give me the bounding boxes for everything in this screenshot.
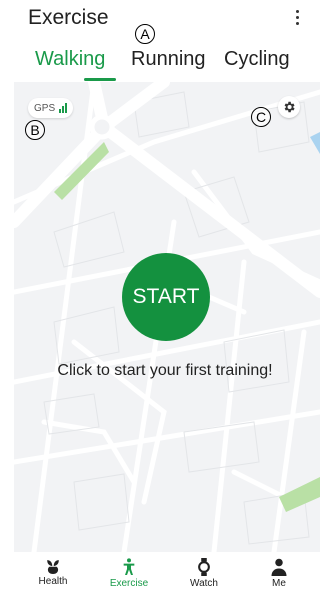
nav-label-health: Health: [38, 576, 68, 587]
nav-label-me: Me: [272, 578, 286, 589]
nav-item-health[interactable]: Health: [21, 558, 85, 587]
tab-running[interactable]: Running: [131, 48, 206, 71]
nav-label-watch: Watch: [190, 578, 218, 589]
header: Exercise Walking Running Cycling: [0, 0, 320, 82]
health-sprout-icon: [47, 560, 59, 574]
tab-walking[interactable]: Walking: [35, 48, 105, 71]
page-title: Exercise: [28, 6, 109, 29]
map-settings-button[interactable]: [278, 96, 300, 118]
annotation-marker-c: C: [251, 107, 271, 127]
person-icon: [271, 558, 287, 576]
watch-icon: [198, 558, 210, 576]
nav-item-exercise[interactable]: Exercise: [97, 558, 161, 589]
start-hint-text: Click to start your first training!: [57, 362, 273, 379]
annotation-marker-a: A: [135, 24, 155, 44]
start-button[interactable]: START: [122, 253, 210, 341]
bottom-navigation: Health Exercise Watch Me: [0, 552, 320, 590]
gear-icon: [284, 101, 295, 113]
tab-bar: Walking Running Cycling: [0, 48, 320, 80]
nav-label-exercise: Exercise: [109, 578, 149, 589]
more-vertical-icon[interactable]: [292, 8, 302, 28]
gps-label: GPS: [34, 102, 56, 114]
nav-item-me[interactable]: Me: [247, 558, 311, 589]
nav-item-watch[interactable]: Watch: [172, 558, 236, 589]
tab-cycling[interactable]: Cycling: [224, 48, 290, 71]
annotation-marker-b: B: [25, 120, 45, 140]
signal-bars-icon: [59, 103, 68, 113]
active-tab-indicator: [84, 78, 116, 81]
gps-status-badge: GPS: [28, 98, 74, 118]
running-figure-icon: [123, 558, 135, 575]
